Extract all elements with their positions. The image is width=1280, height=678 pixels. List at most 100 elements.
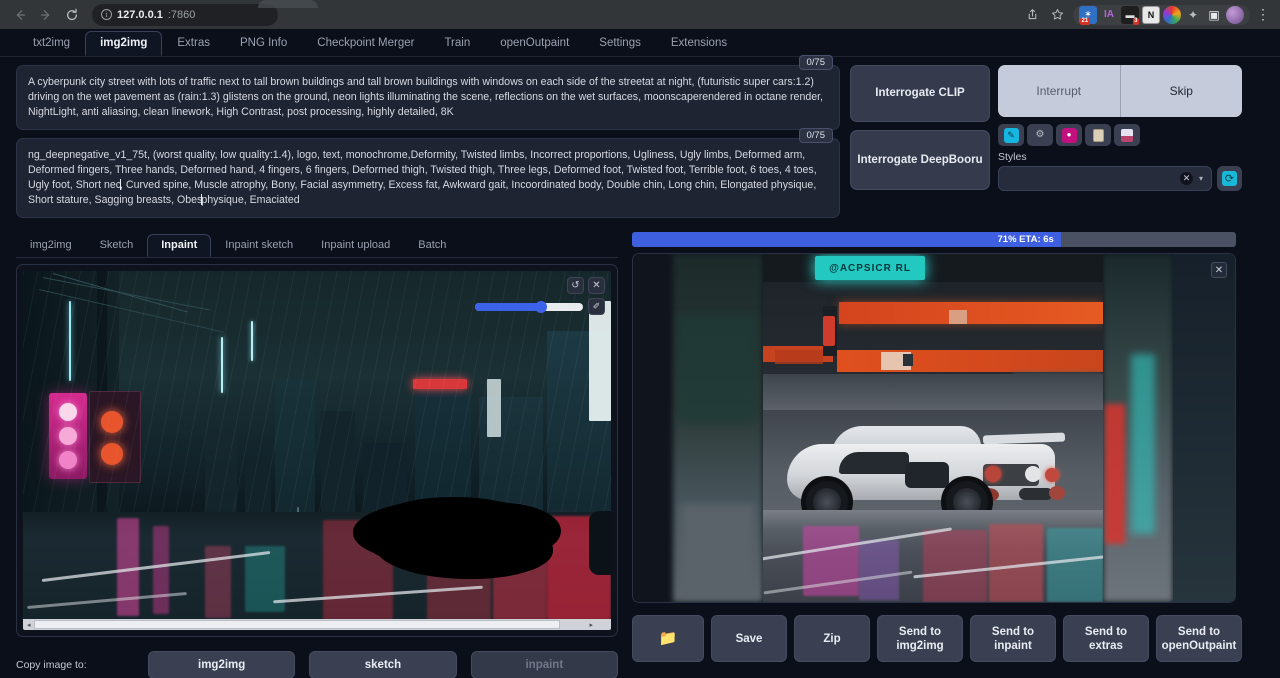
orange-band-lower — [837, 350, 1103, 372]
interrogate-column: Interrogate CLIP Interrogate DeepBooru — [850, 65, 990, 226]
tab-train[interactable]: Train — [429, 31, 485, 56]
star-icon[interactable] — [1045, 3, 1069, 27]
tab-extensions[interactable]: Extensions — [656, 31, 742, 56]
facade-base — [763, 374, 1103, 410]
subtab-inpaint[interactable]: Inpaint — [147, 234, 211, 257]
tab-png-info[interactable]: PNG Info — [225, 31, 302, 56]
send-to-openoutpaint-button[interactable]: Send to openOutpaint — [1156, 615, 1242, 662]
scroll-right-icon[interactable]: ▸ — [585, 621, 597, 629]
extension-badge-2: 3 — [1133, 18, 1139, 25]
prompt-tool-buttons: ✎ ⚙ ● — [998, 124, 1242, 146]
extension-icon-2[interactable]: ▬ 3 — [1121, 6, 1139, 24]
canvas-horizontal-scrollbar[interactable]: ◂ ▸ — [23, 619, 611, 630]
taillight-center — [1025, 466, 1041, 482]
tab-img2img[interactable]: img2img — [85, 31, 162, 56]
styles-dropdown[interactable]: ✕ ▾ — [998, 166, 1212, 191]
facade-detail-2 — [949, 310, 967, 324]
extension-icon-0[interactable]: ✶ 21 — [1079, 6, 1097, 24]
skip-button[interactable]: Skip — [1120, 65, 1243, 117]
undo-icon[interactable]: ↺ — [567, 277, 584, 294]
apply-style-button[interactable]: ● — [1056, 124, 1082, 146]
extension-badge-0: 21 — [1080, 18, 1090, 25]
subtab-batch[interactable]: Batch — [404, 234, 460, 257]
inpaint-canvas[interactable]: ↺ ✕ ✐ — [23, 271, 611, 620]
open-folder-button[interactable]: 📁 — [632, 615, 704, 662]
brush-slider-fill — [475, 303, 541, 311]
interrupt-button[interactable]: Interrupt — [998, 65, 1120, 117]
exhaust-right — [1049, 486, 1065, 500]
extension-icon-5[interactable]: ✦ — [1184, 6, 1202, 24]
taillight-right — [1045, 468, 1059, 482]
address-bar[interactable]: i 127.0.0.1:7860 — [92, 4, 278, 26]
interrogate-clip-button[interactable]: Interrogate CLIP — [850, 65, 990, 122]
send-to-img2img-button[interactable]: Send to img2img — [877, 615, 963, 662]
result-close-icon[interactable]: ✕ — [1211, 262, 1227, 278]
prompt-column: 0/75 A cyberpunk city street with lots o… — [16, 65, 840, 226]
tab-extras[interactable]: Extras — [162, 31, 225, 56]
browser-toolbar: i 127.0.0.1:7860 ✶ 21 IA ▬ 3 N — [0, 0, 1280, 29]
input-pane: img2img Sketch Inpaint Inpaint sketch In… — [16, 232, 618, 678]
paste-button[interactable] — [1085, 124, 1111, 146]
copy-image-label: Copy image to: — [16, 659, 134, 671]
reflection-pink-2 — [153, 526, 169, 614]
zip-button[interactable]: Zip — [794, 615, 870, 662]
brush-icon[interactable]: ✐ — [588, 298, 605, 315]
forward-arrow-icon[interactable] — [34, 3, 58, 27]
main-panes: img2img Sketch Inpaint Inpaint sketch In… — [0, 226, 1280, 678]
share-icon[interactable] — [1020, 3, 1044, 27]
clear-styles-icon[interactable]: ✕ — [1180, 172, 1193, 185]
restore-progress-button[interactable]: ✎ — [998, 124, 1024, 146]
refresh-styles-button[interactable]: ⟳ — [1217, 166, 1242, 191]
save-button[interactable]: Save — [711, 615, 787, 662]
site-info-icon[interactable]: i — [101, 9, 112, 20]
three-dots-icon[interactable]: ⋮ — [1254, 6, 1272, 23]
interrogate-deepbooru-button[interactable]: Interrogate DeepBooru — [850, 130, 990, 190]
positive-prompt-input[interactable]: A cyberpunk city street with lots of tra… — [28, 75, 828, 120]
scroll-left-icon[interactable]: ◂ — [23, 621, 35, 629]
result-gallery[interactable]: ✕ @ACPSICR RL — [632, 253, 1236, 603]
tab-checkpoint-merger[interactable]: Checkpoint Merger — [302, 31, 429, 56]
subtab-img2img[interactable]: img2img — [16, 234, 86, 257]
refresh-icon: ⟳ — [1222, 171, 1237, 186]
progress-label: 71% ETA: 6s — [632, 232, 1061, 247]
brush-size-slider[interactable] — [475, 303, 583, 311]
car-rear-wing — [983, 433, 1065, 445]
right-edge-dark — [1173, 254, 1236, 602]
reload-icon[interactable] — [60, 3, 84, 27]
negative-prompt-box[interactable]: 0/75 ng_deepnegative_v1_75t, (worst qual… — [16, 138, 840, 218]
copy-to-sketch-button[interactable]: sketch — [309, 651, 456, 678]
right-strip-red — [1105, 404, 1125, 544]
extension-icon-1[interactable]: IA — [1100, 6, 1118, 24]
subtab-inpaint-sketch[interactable]: Inpaint sketch — [211, 234, 307, 257]
card-box-icon — [1121, 129, 1133, 142]
tab-settings[interactable]: Settings — [584, 31, 656, 56]
chevron-down-icon[interactable]: ▾ — [1199, 174, 1203, 183]
copy-to-img2img-button[interactable]: img2img — [148, 651, 295, 678]
interrupt-skip-row: Interrupt Skip — [998, 65, 1242, 117]
taillight-left — [985, 466, 1001, 482]
canvas-tool-overlay: ↺ ✕ — [567, 277, 605, 294]
back-arrow-icon[interactable] — [8, 3, 32, 27]
tab-txt2img[interactable]: txt2img — [18, 31, 85, 56]
send-to-extras-button[interactable]: Send to extras — [1063, 615, 1149, 662]
close-icon[interactable]: ✕ — [588, 277, 605, 294]
save-style-button[interactable] — [1114, 124, 1140, 146]
negative-prompt-input[interactable]: ng_deepnegative_v1_75t, (worst quality, … — [28, 148, 828, 208]
browser-actions: ✶ 21 IA ▬ 3 N ✦ ▣ — [1020, 3, 1272, 27]
prompt-and-controls: 0/75 A cyberpunk city street with lots o… — [0, 57, 1280, 226]
clear-prompt-button[interactable]: ⚙ — [1027, 124, 1053, 146]
tab-openoutpaint[interactable]: openOutpaint — [485, 31, 584, 56]
positive-prompt-box[interactable]: 0/75 A cyberpunk city street with lots o… — [16, 65, 840, 130]
extension-icon-7[interactable] — [1226, 6, 1244, 24]
subtab-sketch[interactable]: Sketch — [86, 234, 148, 257]
subtab-inpaint-upload[interactable]: Inpaint upload — [307, 234, 404, 257]
negative-prompt-part-c: physique, Emaciated — [201, 194, 299, 206]
extension-icon-6[interactable]: ▣ — [1205, 6, 1223, 24]
send-to-inpaint-button[interactable]: Send to inpaint — [970, 615, 1056, 662]
extension-icon-3[interactable]: N — [1142, 6, 1160, 24]
img2img-tab-bar: img2img Sketch Inpaint Inpaint sketch In… — [16, 232, 618, 258]
scrollbar-thumb[interactable] — [34, 620, 560, 629]
positive-token-counter: 0/75 — [799, 55, 834, 70]
extension-icon-4[interactable] — [1163, 6, 1181, 24]
brush-slider-knob[interactable] — [535, 301, 547, 313]
